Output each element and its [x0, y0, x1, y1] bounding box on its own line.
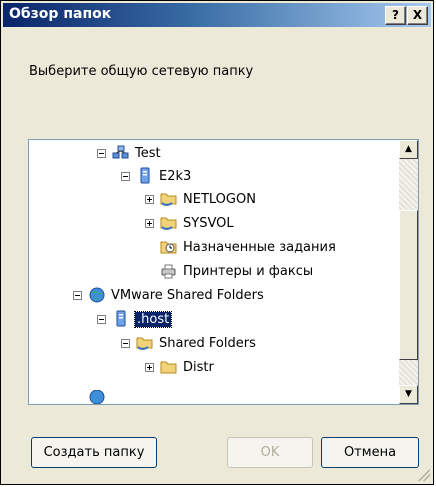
computer-icon — [136, 167, 154, 185]
tree-item-sysvol[interactable]: SYSVOL — [145, 212, 234, 234]
folder-tree[interactable]: Test E2k3 NETLOGON SYSVOL Назначенные за… — [28, 139, 419, 405]
scroll-thumb[interactable] — [399, 210, 418, 360]
network-domain-icon — [112, 144, 130, 162]
collapse-icon[interactable] — [121, 338, 130, 348]
resize-grip-icon[interactable] — [418, 469, 430, 481]
ok-button[interactable]: OK — [227, 437, 313, 468]
expand-icon[interactable] — [145, 218, 154, 228]
scroll-up-icon[interactable]: ▲ — [399, 140, 418, 159]
help-button[interactable]: ? — [385, 6, 406, 25]
cancel-button[interactable]: Отмена — [321, 437, 419, 468]
tree-item-label: .host — [133, 310, 173, 328]
close-button[interactable]: X — [407, 6, 428, 25]
folder-icon — [160, 358, 178, 376]
tree-item-vmware-shared-folders[interactable]: VMware Shared Folders — [73, 284, 264, 306]
tree-item-label: Distr — [183, 359, 214, 375]
tree-item-label: SYSVOL — [183, 215, 234, 231]
network-icon — [88, 390, 106, 404]
tree-item-distr[interactable]: Distr — [145, 356, 214, 378]
expand-icon[interactable] — [145, 362, 154, 372]
tree-item-partial — [73, 390, 111, 404]
tree-item-e2k3[interactable]: E2k3 — [121, 165, 191, 187]
tree-item-netlogon[interactable]: NETLOGON — [145, 188, 256, 210]
shared-folder-icon — [160, 214, 178, 232]
shared-folder-icon — [136, 334, 154, 352]
prompt-text: Выберите общую сетевую папку — [29, 64, 254, 79]
collapse-icon[interactable] — [97, 148, 106, 158]
collapse-icon[interactable] — [121, 171, 130, 181]
tree-item-label: NETLOGON — [183, 191, 256, 207]
tree-item-scheduled-tasks[interactable]: Назначенные задания — [145, 236, 336, 258]
window-title: Обзор папок — [9, 6, 112, 22]
printers-icon — [160, 262, 178, 280]
scroll-down-icon[interactable]: ▼ — [399, 385, 418, 404]
tree-item-printers[interactable]: Принтеры и факсы — [145, 260, 313, 282]
collapse-icon[interactable] — [97, 314, 106, 324]
tree-item-label: Test — [135, 145, 161, 161]
tree-item-shared-folders[interactable]: Shared Folders — [121, 332, 256, 354]
shared-folder-icon — [160, 190, 178, 208]
collapse-icon[interactable] — [73, 290, 82, 300]
tree-scrollbar[interactable]: ▲ ▼ — [399, 140, 418, 404]
browse-folder-dialog: Обзор папок ? X Выберите общую сетевую п… — [0, 0, 434, 485]
tree-item-label: Принтеры и факсы — [183, 263, 314, 279]
tree-item-label: VMware Shared Folders — [111, 287, 264, 303]
computer-icon — [112, 310, 130, 328]
tree-item-test[interactable]: Test — [97, 142, 161, 164]
network-icon — [88, 286, 106, 304]
new-folder-button[interactable]: Создать папку — [31, 437, 157, 468]
scheduled-tasks-icon — [160, 238, 178, 256]
title-bar[interactable]: Обзор папок ? X — [3, 3, 431, 27]
tree-item-label: Shared Folders — [159, 335, 256, 351]
tree-item-label: Назначенные задания — [183, 239, 336, 255]
tree-item-label: E2k3 — [159, 168, 192, 184]
expand-icon[interactable] — [145, 194, 154, 204]
tree-item-host[interactable]: .host — [97, 308, 173, 330]
